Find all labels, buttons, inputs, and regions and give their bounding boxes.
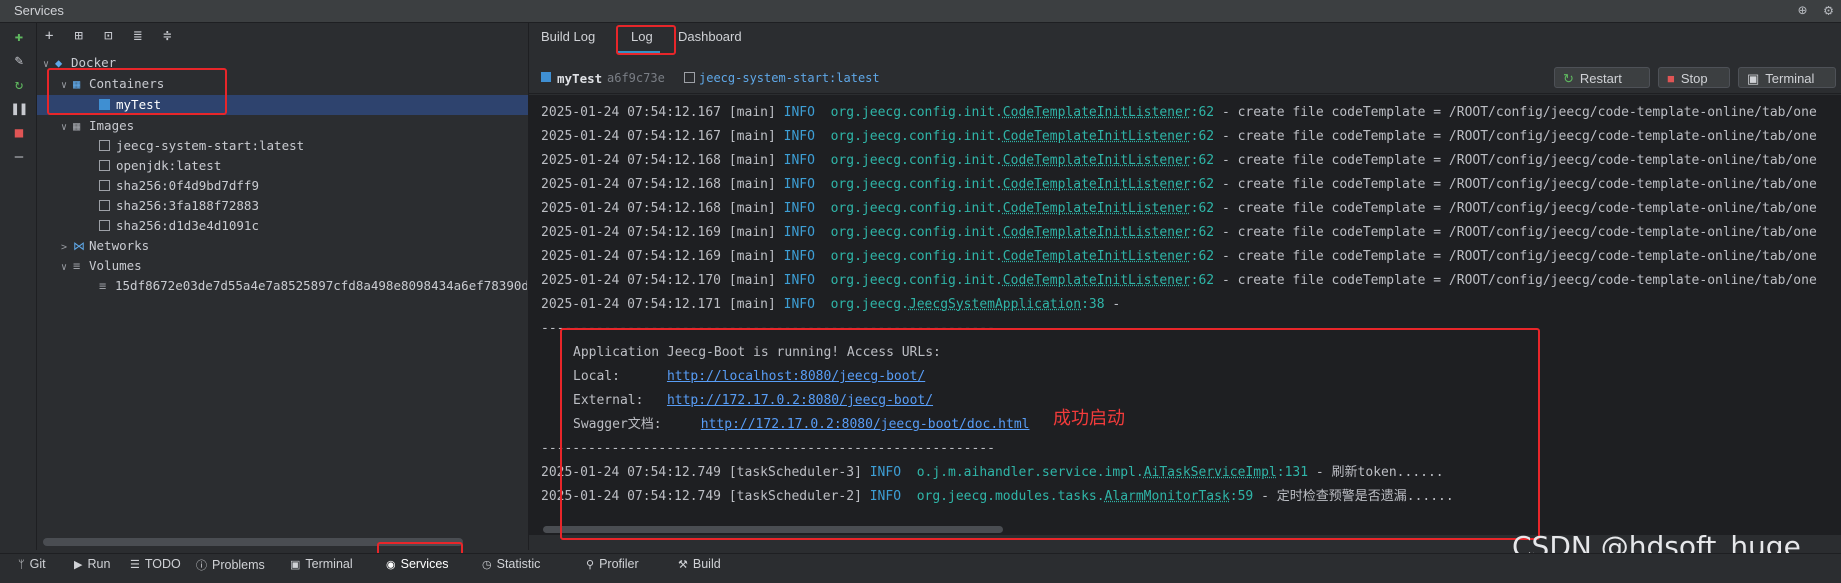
- collapse-all-icon[interactable]: ≑: [163, 28, 185, 44]
- tree-node-image[interactable]: sha256:3fa188f72883: [99, 196, 259, 216]
- tool-git[interactable]: ᛘ Git: [18, 557, 46, 571]
- clock-icon: ◷: [482, 559, 492, 571]
- database-icon: ≡: [99, 279, 107, 293]
- edit-icon[interactable]: ✎: [11, 53, 27, 69]
- tool-problems[interactable]: ⓘ Problems: [196, 557, 265, 573]
- stop-icon: ■: [1667, 71, 1675, 86]
- log-line: 2025-01-24 07:54:12.167 [main] INFO org.…: [541, 105, 1817, 120]
- tab-build-log[interactable]: Build Log: [541, 29, 595, 44]
- tree-node-networks[interactable]: > ⋈ Networks: [61, 236, 149, 256]
- tool-statistic[interactable]: ◷ Statistic: [482, 557, 540, 571]
- grid-icon: ▦: [73, 119, 81, 133]
- window-title: Services: [14, 3, 64, 18]
- log-line: 2025-01-24 07:54:12.168 [main] INFO org.…: [541, 177, 1817, 192]
- tree-node-volumes[interactable]: ∨ ≡ Volumes: [61, 256, 142, 276]
- tree-toolbar: + ⊞ ⊡ ≣ ≑: [45, 28, 185, 48]
- log-line: 2025-01-24 07:54:12.171 [main] INFO org.…: [541, 297, 1121, 312]
- detail-tabs: Build Log Log Dashboard: [529, 23, 1841, 55]
- group-icon[interactable]: ⊞: [75, 28, 97, 44]
- new-tab-icon[interactable]: ⊡: [104, 28, 126, 44]
- log-line: 2025-01-24 07:54:12.168 [main] INFO org.…: [541, 153, 1817, 168]
- log-line: 2025-01-24 07:54:12.169 [main] INFO org.…: [541, 225, 1817, 240]
- image-icon: [684, 72, 695, 83]
- rerun-icon[interactable]: ↻: [11, 77, 27, 93]
- bottom-tool-strip: ᛘ Git ▶ Run ☰ TODO ⓘ Problems ▣ Terminal ◉ Ser…: [0, 553, 1841, 576]
- git-icon: ᛘ: [18, 559, 25, 571]
- database-icon: ≡: [73, 259, 81, 273]
- tree-node-volume[interactable]: ≡ 15df8672e03de7d55a4e7a8525897cfd8a498e8…: [99, 276, 527, 296]
- tool-terminal[interactable]: ▣ Terminal: [290, 557, 353, 571]
- log-line: 2025-01-24 07:54:12.167 [main] INFO org.…: [541, 129, 1817, 144]
- tool-profiler[interactable]: ⚲ Profiler: [586, 557, 639, 571]
- tool-window-title-bar: Services ⊕ ⚙: [0, 0, 1841, 23]
- tool-run[interactable]: ▶ Run: [74, 557, 110, 571]
- terminal-button[interactable]: ▣ Terminal: [1738, 67, 1836, 88]
- gear-icon[interactable]: ⚙: [1824, 1, 1833, 19]
- image-icon: [99, 140, 110, 151]
- chevron-right-icon[interactable]: >: [61, 238, 73, 258]
- pause-icon[interactable]: ❚❚: [11, 101, 28, 117]
- chevron-down-icon[interactable]: ∨: [61, 118, 73, 138]
- list-icon: ☰: [130, 559, 140, 571]
- services-left-toolbar: ✚ ✎ ↻ ❚❚ ■ —: [0, 23, 37, 550]
- annotation-box-startup: [560, 328, 1540, 540]
- container-icon: [541, 72, 551, 82]
- chevron-down-icon[interactable]: ∨: [61, 258, 73, 278]
- profiler-icon: ⚲: [586, 559, 595, 571]
- image-icon: [99, 180, 110, 191]
- tree-node-image[interactable]: jeecg-system-start:latest: [99, 136, 304, 156]
- restart-button[interactable]: ↻ Restart: [1554, 67, 1650, 88]
- tree-node-image[interactable]: sha256:d1d3e4d1091c: [99, 216, 259, 236]
- add-icon[interactable]: +: [45, 28, 67, 44]
- services-icon: ◉: [386, 559, 396, 571]
- hammer-icon: ⚒: [678, 559, 688, 571]
- tool-build[interactable]: ⚒ Build: [678, 557, 721, 571]
- image-icon: [99, 220, 110, 231]
- image-icon: [99, 200, 110, 211]
- annotation-label: 成功启动: [1053, 408, 1125, 429]
- container-name: myTest: [557, 71, 603, 86]
- add-icon[interactable]: ✚: [11, 29, 27, 45]
- rerun-icon: ↻: [1563, 71, 1574, 86]
- expand-all-icon[interactable]: ≣: [134, 28, 156, 44]
- container-id: a6f9c73e: [607, 71, 665, 85]
- collapse-icon[interactable]: —: [11, 149, 27, 165]
- tool-services[interactable]: ◉ Services: [386, 557, 449, 571]
- crosshair-icon[interactable]: ⊕: [1798, 1, 1807, 19]
- tree-node-image[interactable]: openjdk:latest: [99, 156, 221, 176]
- network-icon: ⋈: [73, 239, 85, 253]
- container-image-link[interactable]: jeecg-system-start:latest: [699, 71, 880, 85]
- stop-button[interactable]: ■ Stop: [1658, 67, 1730, 88]
- annotation-box-log-tab: [616, 25, 676, 55]
- info-icon: ⓘ: [196, 560, 207, 572]
- log-line: 2025-01-24 07:54:12.168 [main] INFO org.…: [541, 201, 1817, 216]
- tree-node-image[interactable]: sha256:0f4d9bd7dff9: [99, 176, 259, 196]
- tool-todo[interactable]: ☰ TODO: [130, 557, 181, 571]
- log-line: 2025-01-24 07:54:12.169 [main] INFO org.…: [541, 249, 1817, 264]
- tree-node-images[interactable]: ∨ ▦ Images: [61, 116, 134, 136]
- terminal-icon: ▣: [290, 559, 301, 571]
- container-info-bar: myTest a6f9c73e jeecg-system-start:lates…: [529, 61, 1841, 94]
- annotation-box-containers: [47, 68, 227, 115]
- image-icon: [99, 160, 110, 171]
- tab-dashboard[interactable]: Dashboard: [678, 29, 742, 44]
- terminal-icon: ▣: [1747, 71, 1760, 86]
- status-bar: [0, 576, 1841, 583]
- log-line: 2025-01-24 07:54:12.170 [main] INFO org.…: [541, 273, 1817, 288]
- run-icon: ▶: [74, 559, 83, 571]
- stop-icon[interactable]: ■: [11, 125, 27, 141]
